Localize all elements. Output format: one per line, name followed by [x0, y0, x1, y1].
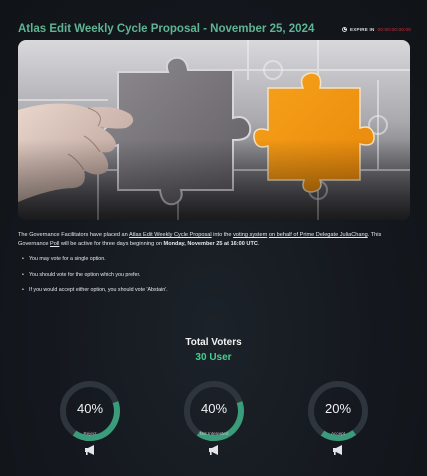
intro-text: will be active for three days beginning … — [59, 241, 164, 247]
list-item: If you would accept either option, you s… — [22, 286, 402, 302]
megaphone-glyph — [209, 445, 218, 455]
intro-text: The Governance Facilitators have placed … — [18, 232, 130, 238]
megaphone-icon[interactable] — [84, 443, 96, 455]
option-percent: 40% — [200, 401, 228, 416]
delegate-link[interactable]: on behalf of Prime Delegate JuliaChang — [269, 232, 368, 238]
header: Atlas Edit Weekly Cycle Proposal - Novem… — [18, 20, 411, 38]
total-voters-count: 30 User — [195, 352, 232, 363]
voting-rules-list: You may vote for a single option. You sh… — [22, 255, 402, 302]
option-percent: 40% — [76, 401, 104, 416]
page-title: Atlas Edit Weekly Cycle Proposal - Novem… — [18, 23, 315, 35]
option-label: Accept — [330, 431, 346, 436]
clock-icon — [342, 26, 347, 32]
option-accept: 20% Accept — [306, 379, 370, 459]
proposal-page: Atlas Edit Weekly Cycle Proposal - Novem… — [0, 0, 427, 476]
poll-link[interactable]: Poll — [50, 241, 59, 247]
total-voters-title: Total Voters — [185, 337, 242, 348]
voting-system-link[interactable]: voting system — [233, 232, 267, 238]
megaphone-glyph — [333, 445, 342, 455]
poll-start-date: Monday, November 25 at 16:00 UTC — [163, 241, 258, 247]
megaphone-glyph — [85, 445, 94, 455]
list-item: You should vote for the option which you… — [22, 271, 402, 287]
option-reject: 40% Reject — [58, 379, 122, 459]
hero-image — [18, 40, 410, 220]
option-label: Not Interested — [199, 431, 229, 436]
proposal-link[interactable]: Atlas Edit Weekly Cycle Proposal — [129, 232, 212, 238]
intro-text: . — [257, 241, 260, 247]
megaphone-icon[interactable] — [332, 443, 344, 455]
list-item: You may vote for a single option. — [22, 255, 402, 271]
puzzle-pieces-image — [18, 40, 410, 220]
option-label: Reject — [83, 431, 97, 436]
expire-label: EXPIRE IN — [350, 26, 375, 32]
option-not-interested: 40% Not Interested — [182, 379, 246, 459]
intro-paragraph: The Governance Facilitators have placed … — [18, 231, 410, 249]
intro-text: into the — [211, 232, 234, 238]
expire-value: 00:00:00:00:00 — [377, 26, 411, 32]
option-percent: 20% — [324, 401, 352, 416]
megaphone-icon[interactable] — [208, 443, 220, 455]
expire-countdown: EXPIRE IN 00:00:00:00:00 — [342, 26, 411, 32]
